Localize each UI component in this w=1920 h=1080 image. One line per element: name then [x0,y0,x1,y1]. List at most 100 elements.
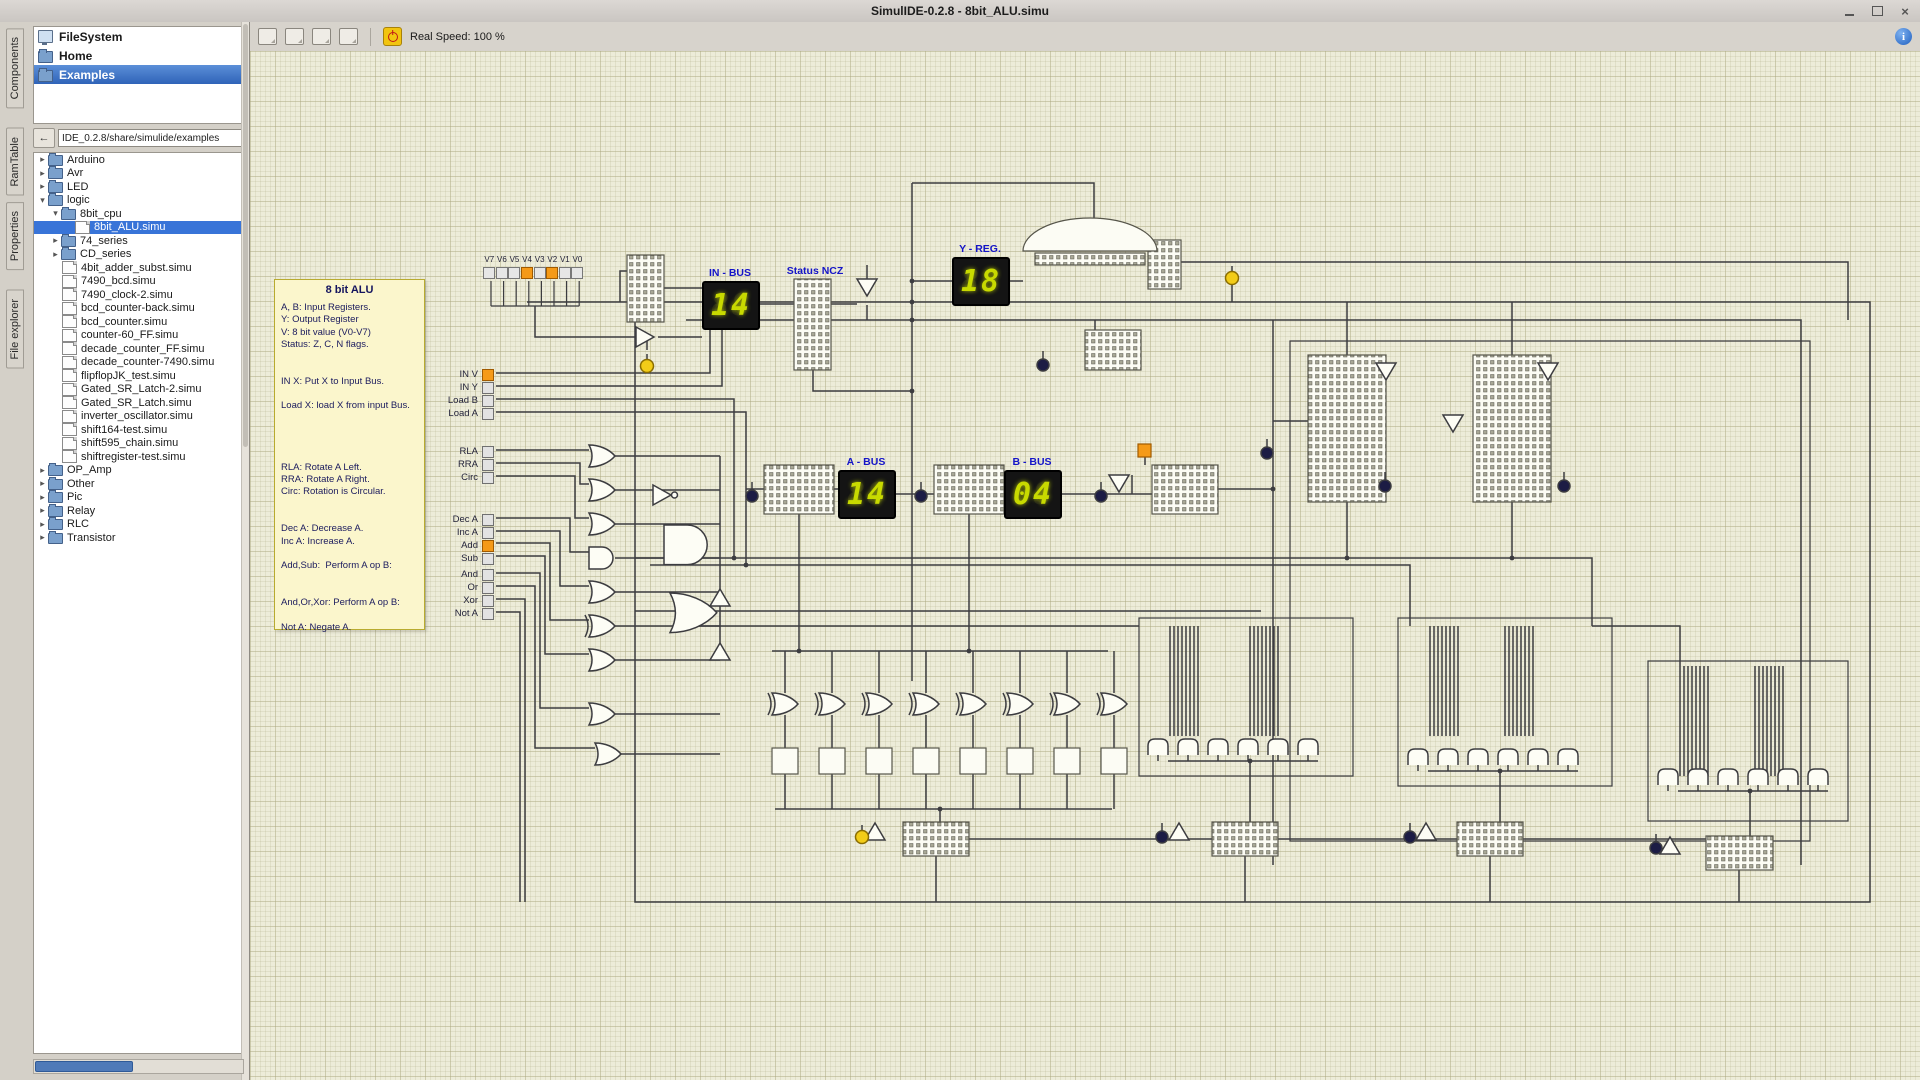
tree-item[interactable]: ▸74_series [34,234,243,248]
tree-item[interactable]: ▾8bit_cpu [34,207,243,221]
maximize-button[interactable] [1870,4,1884,18]
expand-arrow-icon[interactable]: ▸ [37,154,48,165]
tree-item[interactable]: Gated_SR_Latch-2.simu [34,383,243,397]
expand-arrow-icon[interactable]: ▸ [37,478,48,489]
tab-components[interactable]: Components [6,28,24,108]
close-button[interactable]: × [1898,4,1912,18]
switch-in-y[interactable] [482,382,494,394]
tree-item[interactable]: decade_counter-7490.simu [34,356,243,370]
tree-item[interactable]: ▸RLC [34,518,243,532]
path-input[interactable] [58,129,244,147]
tree-item[interactable]: ▸Pic [34,491,243,505]
tree-item[interactable]: flipflopJK_test.simu [34,369,243,383]
save-circuit-icon[interactable] [312,28,331,45]
bit-label: V1 [560,255,570,267]
info-icon[interactable]: i [1895,28,1912,45]
shortcut-home[interactable]: Home [34,46,243,65]
tree-item[interactable]: ▸OP_Amp [34,464,243,478]
switch-load-b[interactable] [482,395,494,407]
note-line [281,437,418,449]
tree-horizontal-scrollbar[interactable] [33,1059,244,1074]
tree-item[interactable]: ▸Avr [34,167,243,181]
save-as-circuit-icon[interactable] [339,28,358,45]
tree-item[interactable]: shiftregister-test.simu [34,450,243,464]
switch-add[interactable] [482,540,494,552]
bit-switch-v0[interactable] [571,267,583,279]
tree-item[interactable]: decade_counter_FF.simu [34,342,243,356]
open-circuit-icon[interactable] [285,28,304,45]
bit-switch-v6[interactable] [496,267,508,279]
switch-dec-a[interactable] [482,514,494,526]
tree-item[interactable]: ▸LED [34,180,243,194]
expand-arrow-icon[interactable]: ▸ [37,505,48,516]
tree-item[interactable]: ▾logic [34,194,243,208]
back-button[interactable]: ← [33,128,55,148]
tree-item-label: shift164-test.simu [81,424,167,436]
tree-item[interactable]: inverter_oscillator.simu [34,410,243,424]
tree-item[interactable]: 8bit_ALU.simu [34,221,243,235]
bit-switch-v1[interactable] [559,267,571,279]
switch-xor[interactable] [482,595,494,607]
scrollbar-thumb[interactable] [243,24,248,447]
bit-switch-v5[interactable] [508,267,520,279]
file-icon [62,410,77,423]
new-circuit-icon[interactable] [258,28,277,45]
note-line: Y: Output Register [281,314,418,326]
expand-arrow-icon[interactable]: ▸ [37,492,48,503]
minimize-button[interactable] [1842,4,1856,18]
expand-arrow-icon[interactable]: ▸ [37,532,48,543]
switch-or[interactable] [482,582,494,594]
tree-item-label: 8bit_ALU.simu [94,221,166,233]
switch-and[interactable] [482,569,494,581]
tree-item[interactable]: ▸Transistor [34,531,243,545]
tree-item[interactable]: ▸Arduino [34,153,243,167]
tree-item[interactable]: shift595_chain.simu [34,437,243,451]
tree-item[interactable]: counter-60_FF.simu [34,329,243,343]
bit-switch-v2[interactable] [546,267,558,279]
clock-probe [641,354,654,373]
expand-arrow-icon[interactable]: ▸ [37,168,48,179]
switch-sub[interactable] [482,553,494,565]
switch-rra[interactable] [482,459,494,471]
note-line: RRA: Rotate A Right. [281,474,418,486]
tree-item[interactable]: ▸Other [34,477,243,491]
tree-item[interactable]: 7490_bcd.simu [34,275,243,289]
probe [1261,439,1273,459]
switch-load-a[interactable] [482,408,494,420]
switch-inc-a[interactable] [482,527,494,539]
tree-vertical-scrollbar[interactable] [241,22,249,1080]
tab-ramtable[interactable]: RamTable [6,128,24,196]
expand-arrow-icon[interactable]: ▸ [37,519,48,530]
tree-item[interactable]: shift164-test.simu [34,423,243,437]
switch-not-a[interactable] [482,608,494,620]
circuit-canvas[interactable]: 8 bit ALU A, B: Input Registers.Y: Outpu… [250,51,1920,1080]
switch-rla[interactable] [482,446,494,458]
expand-arrow-icon[interactable]: ▸ [37,465,48,476]
tree-item[interactable]: ▸Relay [34,504,243,518]
tab-properties[interactable]: Properties [6,202,24,270]
bit-switch-v7[interactable] [483,267,495,279]
tree-item[interactable]: Gated_SR_Latch.simu [34,396,243,410]
bit-switch-v3[interactable] [534,267,546,279]
expand-arrow-icon[interactable]: ▸ [50,235,61,246]
clock-probe [856,825,869,844]
expand-arrow-icon[interactable]: ▾ [37,195,48,206]
tree-item[interactable]: 4bit_adder_subst.simu [34,261,243,275]
switch-in-v[interactable] [482,369,494,381]
tree-item-label: Gated_SR_Latch-2.simu [81,383,201,395]
expand-arrow-icon[interactable]: ▾ [50,208,61,219]
tab-file-explorer[interactable]: File explorer [6,290,24,369]
scrollbar-thumb[interactable] [35,1061,133,1072]
tree-item[interactable]: bcd_counter.simu [34,315,243,329]
shortcut-filesystem[interactable]: FileSystem [34,27,243,46]
tree-item[interactable]: 7490_clock-2.simu [34,288,243,302]
expand-arrow-icon[interactable]: ▸ [37,181,48,192]
shortcut-examples[interactable]: Examples [34,65,243,84]
toggle-switch[interactable] [1138,444,1151,457]
bit-switch-v4[interactable] [521,267,533,279]
power-circuit-icon[interactable] [383,27,402,46]
tree-item[interactable]: bcd_counter-back.simu [34,302,243,316]
tree-item[interactable]: ▸CD_series [34,248,243,262]
switch-circ[interactable] [482,472,494,484]
expand-arrow-icon[interactable]: ▸ [50,249,61,260]
